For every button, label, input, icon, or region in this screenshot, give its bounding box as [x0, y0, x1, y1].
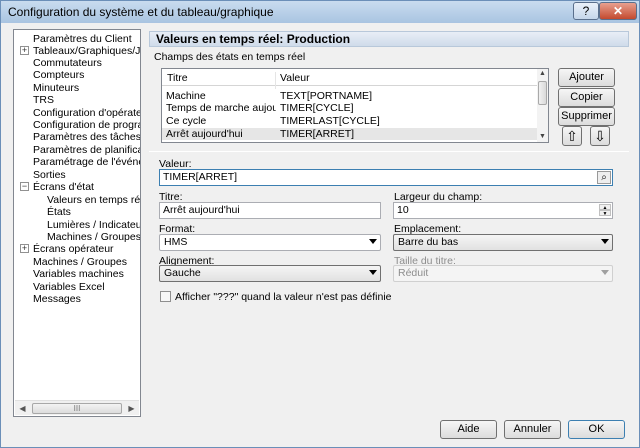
format-select[interactable]: HMS [159, 234, 381, 251]
list-item[interactable]: Machine TEXT[PORTNAME] [162, 90, 538, 102]
row-value: TIMERLAST[CYCLE] [280, 115, 380, 127]
realtime-fields-list[interactable]: Titre Valeur Machine TEXT[PORTNAME] Temp… [161, 68, 549, 143]
scroll-right-icon[interactable]: ▶ [124, 401, 139, 416]
tree-item-task-params[interactable]: Paramètres des tâches [33, 131, 140, 143]
undefined-value-checkbox[interactable] [160, 291, 171, 302]
spinner[interactable]: ▲ ▼ [599, 204, 611, 217]
row-title: Machine [166, 90, 206, 102]
arrow-down-icon: ⇩ [594, 128, 606, 144]
scroll-thumb[interactable] [538, 81, 547, 105]
value-input[interactable]: TIMER[ARRET] ⌕ [159, 169, 613, 186]
tree-item-states[interactable]: États [47, 206, 71, 218]
scroll-left-icon[interactable]: ◀ [15, 401, 30, 416]
chevron-down-icon [601, 239, 609, 244]
title-size-value: Réduit [398, 267, 429, 279]
title-input[interactable]: Arrêt aujourd'hui [159, 202, 381, 219]
expand-plus-icon[interactable]: + [20, 244, 29, 253]
row-title: Arrêt aujourd'hui [166, 128, 243, 140]
scroll-up-icon[interactable]: ▲ [537, 69, 548, 79]
tree-item-realtime-values[interactable]: Valeurs en temps réel [47, 194, 140, 206]
ok-button[interactable]: OK [568, 420, 625, 439]
collapse-minus-icon[interactable]: − [20, 182, 29, 191]
tree-item-machines-groups-sub[interactable]: Machines / Groupes [47, 231, 140, 243]
width-stepper[interactable]: 10 ▲ ▼ [393, 202, 613, 219]
checkbox-label[interactable]: Afficher "???" quand la valeur n'est pas… [175, 291, 392, 303]
title-bar: Configuration du système et du tableau/g… [1, 1, 639, 23]
chevron-down-icon [369, 239, 377, 244]
section-divider [149, 151, 629, 152]
list-vertical-scrollbar[interactable]: ▲ ▼ [537, 69, 548, 142]
settings-tree[interactable]: Paramètres du Client + Tableaux/Graphiqu… [13, 29, 141, 417]
tree-item-machine-variables[interactable]: Variables machines [33, 268, 124, 280]
arrow-up-icon: ⇧ [566, 128, 578, 144]
alignment-select[interactable]: Gauche [159, 265, 381, 282]
tree-item-planning-params[interactable]: Paramètres de planification [33, 144, 140, 156]
tree-item-messages[interactable]: Messages [33, 293, 81, 305]
spin-down-icon[interactable]: ▼ [599, 210, 611, 217]
help-title-button[interactable]: ? [573, 2, 599, 20]
column-header-title[interactable]: Titre [167, 72, 188, 84]
column-header-value[interactable]: Valeur [280, 72, 310, 84]
row-title: Ce cycle [166, 115, 207, 127]
tree-item-status-screens[interactable]: Écrans d'état [33, 181, 94, 193]
row-title: Temps de marche aujourd'hui [166, 102, 276, 114]
column-divider[interactable] [275, 72, 276, 89]
row-value: TIMER[CYCLE] [280, 102, 354, 114]
tree-item-program-config[interactable]: Configuration de programme [33, 119, 140, 131]
list-item[interactable]: Ce cycle TIMERLAST[CYCLE] [162, 115, 538, 127]
tree-item-lights-indicators[interactable]: Lumières / Indicateurs [47, 219, 140, 231]
tree-item-outputs[interactable]: Sorties [33, 169, 66, 181]
list-item-selected[interactable]: Arrêt aujourd'hui TIMER[ARRET] [162, 128, 538, 140]
title-size-select: Réduit [393, 265, 613, 282]
move-up-button[interactable]: ⇧ [562, 126, 582, 146]
panel-header: Valeurs en temps réel: Production [149, 31, 629, 47]
configuration-window: Configuration du système et du tableau/g… [0, 0, 640, 448]
help-button[interactable]: Aide [440, 420, 497, 439]
chevron-down-icon [369, 270, 377, 275]
add-button[interactable]: Ajouter [558, 68, 615, 87]
tree-item-timers[interactable]: Minuteurs [33, 82, 79, 94]
cancel-button[interactable]: Annuler [504, 420, 561, 439]
tree-item-operator-config[interactable]: Configuration d'opérateur [33, 107, 140, 119]
tree-horizontal-scrollbar[interactable]: ◀ III ▶ [15, 400, 139, 415]
expand-plus-icon[interactable]: + [20, 46, 29, 55]
tree-item-event-settings[interactable]: Paramétrage de l'événement [33, 156, 140, 168]
move-down-button[interactable]: ⇩ [590, 126, 610, 146]
row-value: TEXT[PORTNAME] [280, 90, 372, 102]
location-value: Barre du bas [398, 236, 459, 248]
alignment-value: Gauche [164, 267, 201, 279]
tree-item-client-params[interactable]: Paramètres du Client [33, 33, 132, 45]
search-icon[interactable]: ⌕ [597, 171, 611, 184]
width-value: 10 [397, 204, 409, 216]
row-value: TIMER[ARRET] [280, 128, 355, 140]
tree-item-excel-variables[interactable]: Variables Excel [33, 281, 105, 293]
tree-item-tables-charts[interactable]: Tableaux/Graphiques/Journal [33, 45, 140, 57]
list-header: Titre Valeur [162, 69, 538, 89]
window-title: Configuration du système et du tableau/g… [8, 5, 274, 19]
tree-item-machines-groups[interactable]: Machines / Groupes [33, 256, 127, 268]
location-select[interactable]: Barre du bas [393, 234, 613, 251]
tree-item-counters[interactable]: Compteurs [33, 69, 84, 81]
list-item[interactable]: Temps de marche aujourd'hui TIMER[CYCLE] [162, 102, 538, 114]
chevron-down-icon [601, 270, 609, 275]
value-text: TIMER[ARRET] [163, 171, 238, 183]
format-value: HMS [164, 236, 188, 248]
scroll-down-icon[interactable]: ▼ [537, 132, 548, 142]
copy-button[interactable]: Copier [558, 88, 615, 107]
close-button[interactable]: ✕ [599, 2, 637, 20]
section-title: Champs des états en temps réel [154, 51, 306, 63]
delete-button[interactable]: Supprimer [558, 107, 615, 126]
scroll-thumb[interactable]: III [32, 403, 122, 414]
tree-item-trs[interactable]: TRS [33, 94, 54, 106]
tree-item-switches[interactable]: Commutateurs [33, 57, 102, 69]
tree-item-operator-screens[interactable]: Écrans opérateur [33, 243, 114, 255]
